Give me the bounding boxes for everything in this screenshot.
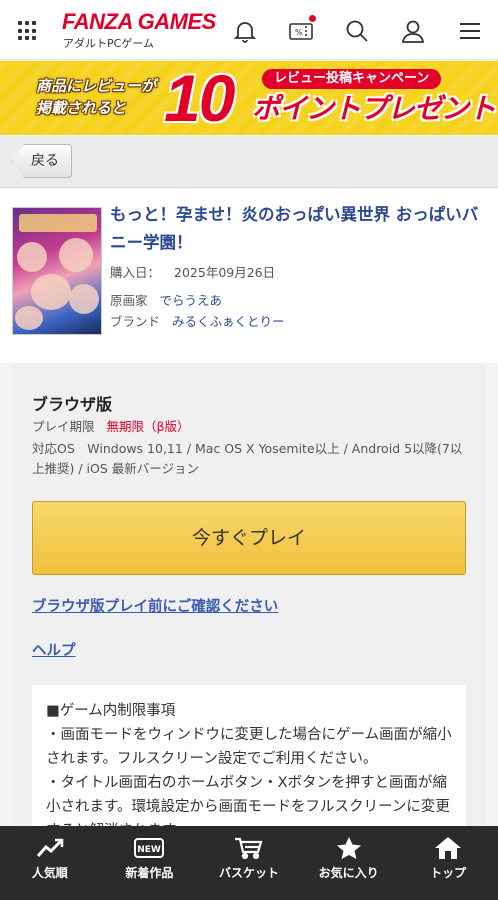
artist-row: 原画家 でらうえあ (110, 293, 223, 308)
browser-play-card: ブラウザ版 プレイ期限 無期限（β版） 対応OS Windows 10,11 / … (12, 363, 486, 845)
svg-text:NEW: NEW (138, 845, 162, 855)
banner-lead-text: 商品にレビューが 掲載されると (36, 77, 157, 117)
product-info: もっと！孕ませ！炎のおっぱい異世界 おっぱいバニー学園！ 購入日： 2025年09… (0, 189, 498, 363)
trend-chart-icon (36, 838, 64, 857)
notification-dot (309, 15, 316, 22)
bottom-nav: 人気順 NEW 新着作品 バスケット お気に入り トップ (0, 826, 498, 900)
back-button[interactable]: 戻る (12, 144, 72, 178)
header: FANZA GAMES アダルトPCゲーム % (0, 0, 498, 60)
brand-link[interactable]: みるくふぁくとりー (172, 314, 285, 329)
home-icon (435, 837, 462, 859)
new-badge-icon: NEW (134, 838, 165, 858)
coupon-icon[interactable]: % (288, 15, 316, 44)
star-icon (336, 837, 361, 859)
svg-text:%: % (295, 28, 303, 37)
supported-os: 対応OS Windows 10,11 / Mac OS X Yosemite以上… (32, 441, 463, 476)
nav-top[interactable]: トップ (398, 826, 498, 900)
banner-campaign-pill: レビュー投稿キャンペーン (262, 69, 442, 89)
cart-icon (234, 837, 263, 860)
game-restrictions-note: ■ゲーム内制限事項 ・画面モードをウィンドウに変更した場合にゲーム画面が縮小され… (32, 685, 466, 845)
logo[interactable]: FANZA GAMES (62, 10, 216, 34)
product-title[interactable]: もっと！孕ませ！炎のおっぱい異世界 おっぱいバニー学園！ (110, 201, 480, 257)
bell-icon[interactable] (232, 18, 258, 44)
nav-favorites[interactable]: お気に入り (299, 826, 399, 900)
browser-notice-link[interactable]: ブラウザ版プレイ前にご確認ください (32, 597, 278, 617)
product-thumbnail[interactable] (12, 207, 102, 335)
user-icon[interactable] (400, 18, 426, 44)
banner-points-number: 10 (164, 61, 235, 135)
banner-present-text: ポイントプレゼント (252, 92, 496, 125)
back-bar: 戻る (0, 136, 498, 188)
search-icon[interactable] (344, 18, 370, 44)
logo-subtitle: アダルトPCゲーム (63, 37, 154, 50)
card-title: ブラウザ版 (32, 395, 113, 414)
brand-row: ブランド みるくふぁくとりー (110, 314, 285, 329)
artist-link[interactable]: でらうえあ (160, 293, 223, 308)
nav-popular[interactable]: 人気順 (0, 826, 100, 900)
nav-basket[interactable]: バスケット (199, 826, 299, 900)
purchase-date-row: 購入日： 2025年09月26日 (110, 265, 276, 280)
help-link[interactable]: ヘルプ (32, 641, 76, 661)
play-now-button[interactable]: 今すぐプレイ (32, 501, 466, 575)
hamburger-menu-icon[interactable] (457, 18, 483, 44)
review-campaign-banner[interactable]: 商品にレビューが 掲載されると 10 レビュー投稿キャンペーン ポイントプレゼン… (0, 61, 498, 135)
nav-new[interactable]: NEW 新着作品 (100, 826, 200, 900)
apps-grid-icon[interactable] (18, 21, 38, 41)
play-period-row: プレイ期限 無期限（β版） (32, 419, 190, 434)
